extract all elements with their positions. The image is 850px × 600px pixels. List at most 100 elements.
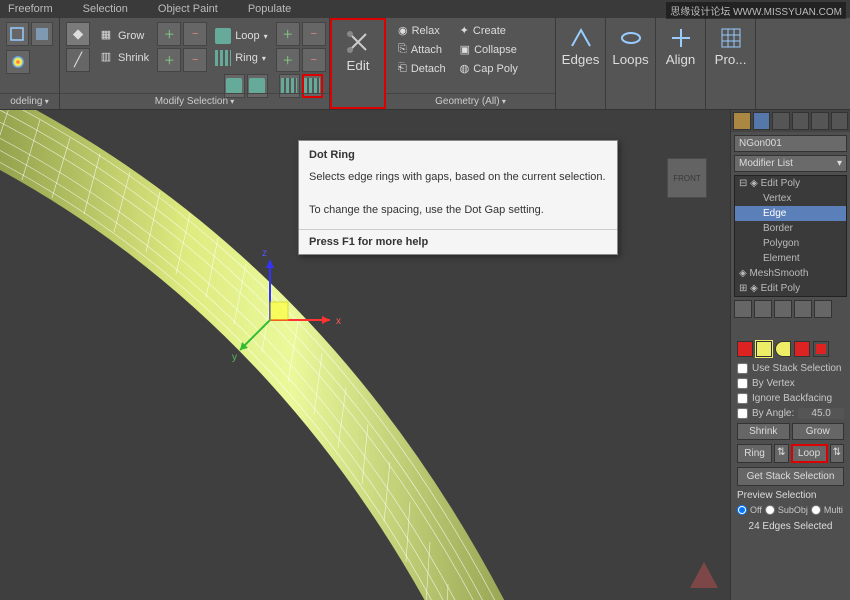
- modeling-label[interactable]: odeling: [0, 93, 59, 109]
- cmd-tab-modify-icon[interactable]: [753, 112, 771, 130]
- ribbon: odeling ◆ ╱ ▦Grow ▥Shrink ＋− ＋− Loop Rin…: [0, 18, 850, 110]
- pin-stack-icon[interactable]: [734, 300, 752, 318]
- object-name-field[interactable]: NGon001: [734, 135, 847, 152]
- show-end-icon[interactable]: [754, 300, 772, 318]
- preview-off-radio[interactable]: [737, 505, 747, 515]
- create-icon: ✦: [460, 24, 469, 37]
- loops-button[interactable]: Loops: [612, 22, 649, 71]
- cmd-tab-create-icon[interactable]: [733, 112, 751, 130]
- align-icon: [669, 26, 693, 50]
- unique-icon[interactable]: [774, 300, 792, 318]
- collapse-button[interactable]: ▣Collapse: [454, 41, 524, 58]
- attach-button[interactable]: ⎘Attach: [392, 41, 452, 58]
- preview-radio-row: Off SubObj Multi: [731, 503, 850, 517]
- edges-button[interactable]: Edges: [562, 22, 599, 71]
- command-panel: NGon001 Modifier List▾ ⊟ ◈ Edit Poly Ver…: [730, 110, 850, 600]
- stack-tool-row: [734, 300, 847, 318]
- shrink-button[interactable]: ▥Shrink: [92, 48, 155, 68]
- viewcube[interactable]: FRONT: [659, 150, 715, 206]
- loop-dropdown[interactable]: Loop: [209, 26, 274, 46]
- svg-text:y: y: [232, 352, 237, 363]
- preview-subobj-radio[interactable]: [765, 505, 775, 515]
- create-button[interactable]: ✦Create: [454, 22, 524, 39]
- loop-add-icon[interactable]: ＋: [157, 22, 181, 46]
- loop-add2-icon[interactable]: ＋: [157, 48, 181, 72]
- configure-icon[interactable]: [814, 300, 832, 318]
- watermark: 思缘设计论坛 WWW.MISSYUAN.COM: [666, 2, 846, 19]
- remove-mod-icon[interactable]: [794, 300, 812, 318]
- ring-spinner[interactable]: ⇅: [774, 444, 788, 463]
- angle-spinner[interactable]: 45.0: [798, 408, 844, 419]
- loops-icon: [619, 26, 643, 50]
- stack-element[interactable]: Element: [735, 251, 846, 266]
- tooltip-footer: Press F1 for more help: [299, 229, 617, 254]
- tab-populate[interactable]: Populate: [248, 3, 291, 15]
- loop-rem-icon[interactable]: −: [183, 22, 207, 46]
- tab-objectpaint[interactable]: Object Paint: [158, 3, 218, 15]
- viewcube-front[interactable]: FRONT: [667, 158, 707, 198]
- preview-multi-radio[interactable]: [811, 505, 821, 515]
- cappoly-button[interactable]: ◍Cap Poly: [454, 60, 524, 77]
- relax-button[interactable]: ◉Relax: [392, 22, 452, 39]
- sub-polygon-icon[interactable]: [794, 341, 810, 357]
- by-angle-label: By Angle:: [752, 408, 794, 419]
- grow-button[interactable]: ▦Grow: [92, 26, 155, 46]
- use-stack-selection-check[interactable]: Use Stack Selection: [731, 361, 850, 376]
- sub-border-icon[interactable]: [775, 341, 791, 357]
- svg-text:z: z: [262, 248, 267, 259]
- tab-selection[interactable]: Selection: [83, 3, 128, 15]
- poly-mode-icon[interactable]: [6, 22, 29, 46]
- modifier-list-dropdown[interactable]: Modifier List▾: [734, 155, 847, 172]
- ring-b2-icon[interactable]: −: [302, 48, 326, 72]
- modifier-stack[interactable]: ⊟ ◈ Edit Poly Vertex Edge Border Polygon…: [734, 175, 847, 297]
- sub-element-icon[interactable]: [813, 341, 829, 357]
- svg-text:x: x: [336, 316, 341, 327]
- ring-sel-button[interactable]: Ring: [737, 444, 772, 463]
- loop-spinner[interactable]: ⇅: [830, 444, 844, 463]
- geometry-label[interactable]: Geometry (All): [386, 93, 555, 109]
- stack-meshsmooth[interactable]: ◈ MeshSmooth: [735, 266, 846, 281]
- loop-sel-button[interactable]: Loop: [791, 444, 828, 463]
- sub-vertex-icon[interactable]: [737, 341, 753, 357]
- logo-watermark-icon: [686, 556, 722, 592]
- ring-a2-icon[interactable]: −: [302, 22, 326, 46]
- detach-button[interactable]: ⎗Detach: [392, 60, 452, 77]
- cmd-tab-utilities-icon[interactable]: [831, 112, 849, 130]
- collapse-icon: ▣: [460, 43, 470, 56]
- stack-editpoly2[interactable]: ⊞ ◈ Edit Poly: [735, 281, 846, 296]
- stack-polygon[interactable]: Polygon: [735, 236, 846, 251]
- edges-icon: [569, 26, 593, 50]
- stack-editpoly[interactable]: ⊟ ◈ Edit Poly: [735, 176, 846, 191]
- modify-selection-label[interactable]: Modify Selection: [60, 93, 329, 109]
- sel-edge-icon[interactable]: ╱: [66, 48, 90, 72]
- ring-dropdown[interactable]: Ring: [209, 48, 274, 68]
- ring-a1-icon[interactable]: ＋: [276, 22, 300, 46]
- by-angle-check[interactable]: [737, 408, 748, 419]
- grow-icon: ▦: [98, 28, 114, 44]
- chevron-down-icon: ▾: [837, 158, 842, 169]
- edit-button[interactable]: Edit: [338, 24, 378, 77]
- properties-button[interactable]: Pro...: [712, 22, 749, 71]
- ring-b1-icon[interactable]: ＋: [276, 48, 300, 72]
- sub-edge-icon[interactable]: [756, 341, 772, 357]
- stack-border[interactable]: Border: [735, 221, 846, 236]
- softsel-icon[interactable]: [6, 50, 30, 74]
- cmd-tab-hierarchy-icon[interactable]: [772, 112, 790, 130]
- sel-vertex-icon[interactable]: ◆: [66, 22, 90, 46]
- ignore-backfacing-check[interactable]: Ignore Backfacing: [731, 391, 850, 406]
- shrink-sel-button[interactable]: Shrink: [737, 423, 790, 440]
- grid-icon: [719, 26, 743, 50]
- stack-edge[interactable]: Edge: [735, 206, 846, 221]
- tab-freeform[interactable]: Freeform: [8, 3, 53, 15]
- poly-mode2-icon[interactable]: [31, 22, 54, 46]
- stack-vertex[interactable]: Vertex: [735, 191, 846, 206]
- get-stack-selection-button[interactable]: Get Stack Selection: [737, 467, 844, 486]
- loop-icon: [215, 28, 231, 44]
- grow-sel-button[interactable]: Grow: [792, 423, 845, 440]
- loop-rem2-icon[interactable]: −: [183, 48, 207, 72]
- cmd-tab-display-icon[interactable]: [811, 112, 829, 130]
- align-button[interactable]: Align: [662, 22, 699, 71]
- cmd-tab-motion-icon[interactable]: [792, 112, 810, 130]
- ring-icon: [215, 50, 231, 66]
- by-vertex-check[interactable]: By Vertex: [731, 376, 850, 391]
